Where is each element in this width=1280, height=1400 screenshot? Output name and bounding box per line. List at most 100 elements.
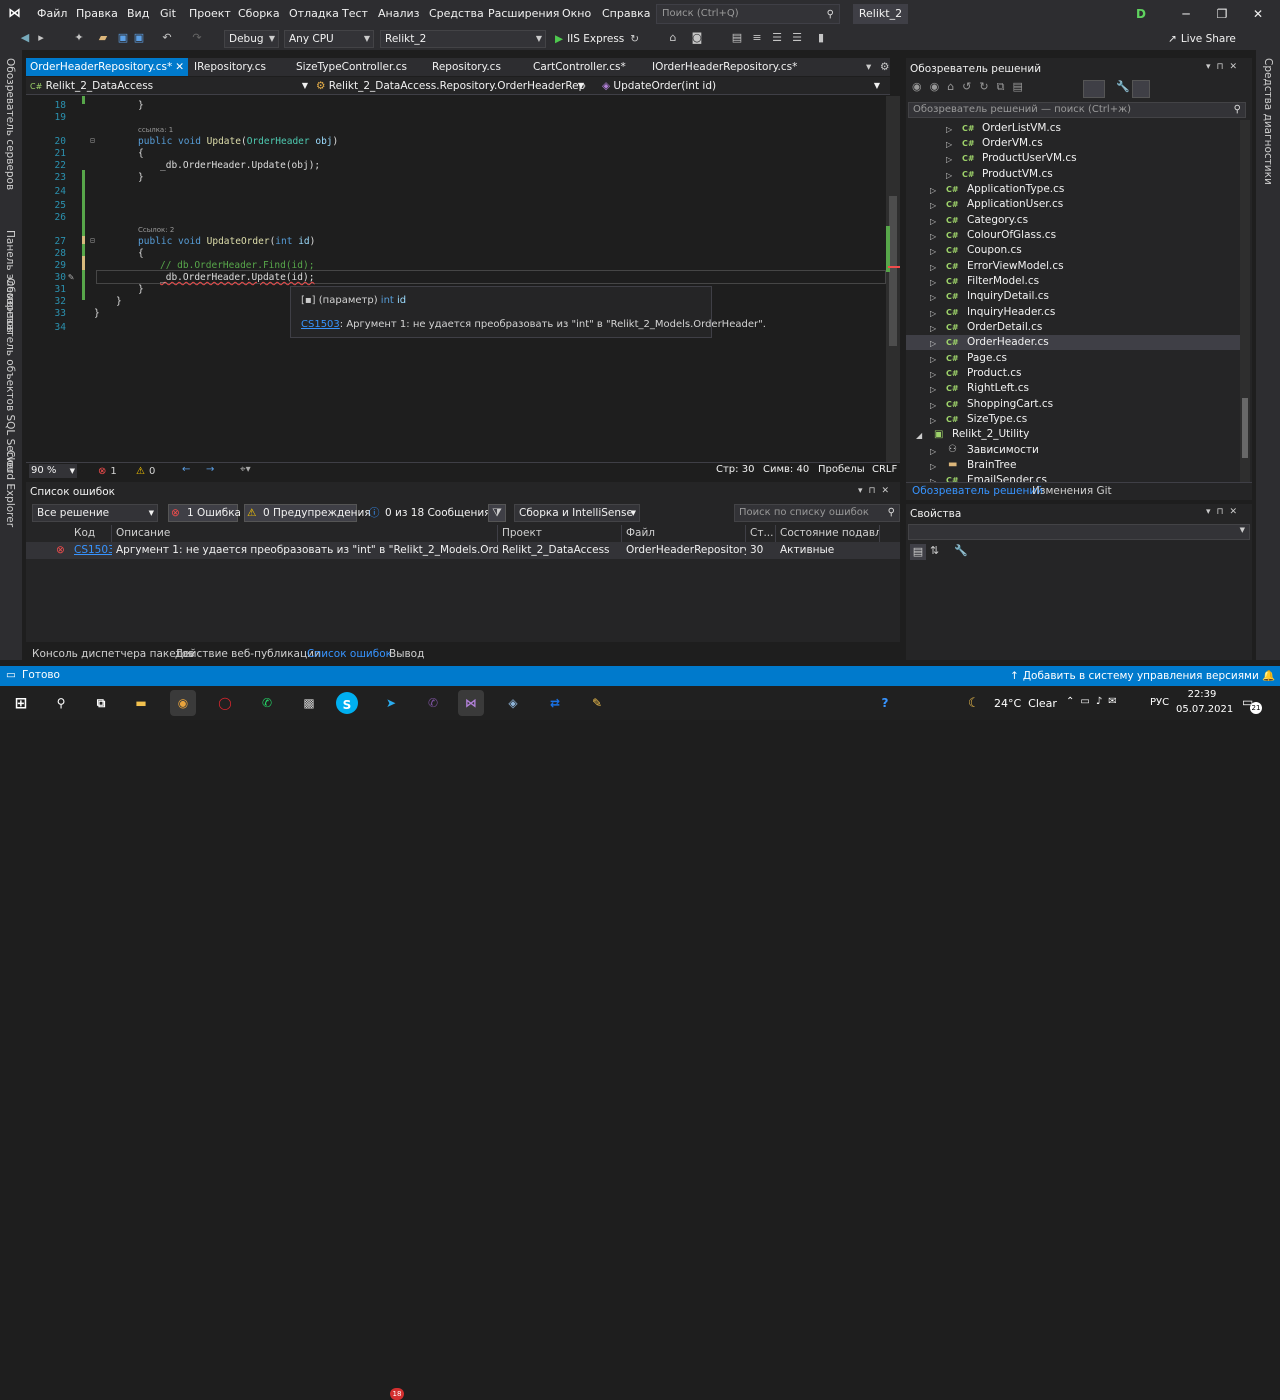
properties-object-combo[interactable]: ▼ [908, 524, 1250, 540]
close-tab-icon[interactable]: ✕ [175, 58, 184, 76]
brush-icon[interactable]: ⌖▾ [240, 464, 251, 475]
tree-item[interactable]: ProductUserVM.cs [982, 151, 1077, 166]
col-file[interactable]: Файл [622, 525, 746, 542]
tree-item[interactable]: InquiryDetail.cs [967, 289, 1049, 304]
collapse-icon[interactable]: ⊟ [90, 236, 95, 245]
menu-test[interactable]: Тест [342, 0, 368, 28]
add-to-source-control[interactable]: ↑ Добавить в систему управления версиями ▲ [1010, 669, 1271, 683]
tree-scrollbar[interactable] [1240, 120, 1250, 482]
app-icon[interactable]: ✎ [584, 690, 610, 716]
tree-item[interactable]: ColourOfGlass.cs [967, 228, 1056, 243]
expand-arrow-icon[interactable]: ▷ [930, 401, 936, 410]
preview-icon[interactable] [1132, 80, 1150, 98]
platform-combo[interactable]: Any CPU ▼ [284, 30, 374, 48]
telegram-icon[interactable]: ➤ [378, 690, 404, 716]
project-combo[interactable]: C# Relikt_2_DataAccess ▼ [30, 78, 310, 94]
diagnostic-tools-tab[interactable]: Средства диагностики [1262, 58, 1274, 185]
undo-icon[interactable]: ↶ [160, 31, 174, 45]
server-explorer-tab[interactable]: Обозреватель серверов [4, 58, 16, 190]
menu-file[interactable]: Файл [37, 0, 67, 28]
back-icon[interactable]: ◀ [18, 31, 32, 45]
viber-icon[interactable]: ✆ [420, 690, 446, 716]
tab-error-list[interactable]: Список ошибок [307, 645, 392, 663]
expand-arrow-icon[interactable]: ▷ [930, 462, 936, 471]
expand-arrow-icon[interactable]: ▷ [930, 447, 936, 456]
tree-item[interactable]: Coupon.cs [967, 243, 1022, 258]
col-description[interactable]: Описание [112, 525, 498, 542]
filter-icon[interactable]: ⧩ [488, 504, 506, 522]
whatsapp-icon[interactable]: ✆ [254, 690, 280, 716]
col-project[interactable]: Проект [498, 525, 622, 542]
app-icon[interactable]: ▩ [296, 690, 322, 716]
alphabetical-icon[interactable]: ⇅ [930, 544, 939, 557]
tree-item[interactable]: RightLeft.cs [967, 381, 1029, 396]
run-button[interactable]: ▶ IIS Express ↻ [555, 31, 639, 47]
find-icon[interactable]: ◙ [690, 31, 704, 45]
expand-arrow-icon[interactable]: ▷ [930, 232, 936, 241]
indent-icon[interactable]: ≡ [750, 31, 764, 45]
clock-time[interactable]: 22:39 [1180, 689, 1224, 700]
categorized-icon[interactable]: ▤ [910, 544, 926, 560]
new-project-icon[interactable]: ✦ [72, 31, 86, 45]
class-combo[interactable]: ⚙ Relikt_2_DataAccess.Repository.OrderHe… [316, 78, 586, 94]
error-search-input[interactable]: Поиск по списку ошибок ⚲ [734, 504, 900, 522]
menu-build[interactable]: Сборка [238, 0, 280, 28]
col-line[interactable]: Ст... [746, 525, 776, 542]
menu-debug[interactable]: Отладка [289, 0, 339, 28]
tree-item[interactable]: ApplicationType.cs [967, 182, 1064, 197]
wrench-icon[interactable]: 🔧 [1116, 80, 1130, 93]
search-input[interactable]: Поиск (Ctrl+Q) ⚲ [656, 4, 840, 24]
scope-combo[interactable]: Все решение ▼ [32, 504, 158, 522]
expand-arrow-icon[interactable]: ▷ [930, 370, 936, 379]
bookmark-icon[interactable]: ▮ [814, 31, 828, 45]
tab-iorderheaderrepository[interactable]: IOrderHeaderRepository.cs* [648, 58, 797, 76]
config-combo[interactable]: Debug ▼ [224, 30, 279, 48]
expand-arrow-icon[interactable]: ▷ [930, 278, 936, 287]
tab-output[interactable]: Вывод [389, 645, 424, 663]
tree-item[interactable]: ShoppingCart.cs [967, 397, 1053, 412]
error-count[interactable]: ⊗ 1 [98, 464, 117, 478]
tab-overflow-icon[interactable]: ▾ [862, 58, 871, 76]
indent-mode[interactable]: Пробелы [818, 464, 865, 475]
comment-icon[interactable]: ☰ [770, 31, 784, 45]
menu-analyze[interactable]: Анализ [378, 0, 420, 28]
tree-item[interactable]: SizeType.cs [967, 412, 1027, 427]
tree-item[interactable]: EmailSender.cs [967, 473, 1047, 482]
tab-git-changes[interactable]: Изменения Git [1032, 485, 1112, 497]
errors-filter-button[interactable]: ⊗ 1 Ошибка [168, 504, 241, 522]
opera-icon[interactable]: ◯ [212, 690, 238, 716]
menu-help[interactable]: Справка [602, 0, 650, 28]
save-all-icon[interactable]: ▣ [132, 31, 146, 45]
code-editor[interactable]: ⊟ ⊟ ✎ 18 } 19 ссылка: 1 20 public void U… [26, 96, 886, 462]
prev-issue-icon[interactable]: ← [182, 464, 190, 475]
startup-combo[interactable]: Relikt_2 ▼ [380, 30, 546, 48]
tab-repository[interactable]: Repository.cs [428, 58, 501, 76]
collapse-arrow-icon[interactable]: ◢ [916, 431, 922, 440]
save-icon[interactable]: ▣ [116, 31, 130, 45]
chrome-icon[interactable]: ◉ [170, 690, 196, 716]
expand-arrow-icon[interactable]: ▷ [930, 385, 936, 394]
tree-item[interactable]: FilterModel.cs [967, 274, 1039, 289]
warnings-filter-button[interactable]: ⚠ 0 Предупреждения [244, 504, 371, 522]
menu-tools[interactable]: Средства [429, 0, 484, 28]
forward-icon[interactable]: ▸ [34, 31, 48, 45]
expand-arrow-icon[interactable]: ▷ [930, 339, 936, 348]
solution-search-input[interactable]: Обозреватель решений — поиск (Ctrl+ж) ⚲ [908, 102, 1246, 118]
app-icon[interactable]: ◈ [500, 690, 526, 716]
maximize-icon[interactable]: ❐ [1204, 0, 1240, 28]
tab-orderheaderrepository[interactable]: OrderHeaderRepository.cs* ✕ [26, 58, 188, 76]
messages-filter-button[interactable]: ⓘ 0 из 18 Сообщения [366, 504, 490, 522]
tree-item-selected[interactable]: OrderHeader.cs [967, 335, 1049, 350]
tree-item[interactable]: ApplicationUser.cs [967, 197, 1063, 212]
tree-item[interactable]: OrderVM.cs [982, 136, 1043, 151]
close-icon[interactable]: ✕ [1240, 0, 1276, 28]
windows-start-icon[interactable]: ⊞ [8, 690, 34, 716]
next-issue-icon[interactable]: → [206, 464, 214, 475]
collapse-icon[interactable]: ⊟ [90, 136, 95, 145]
task-view-icon[interactable]: ⧉ [88, 690, 114, 716]
expand-arrow-icon[interactable]: ▷ [930, 324, 936, 333]
panel-controls-icon[interactable]: ▾⊓✕ [1206, 507, 1243, 517]
tab-sizetypecontroller[interactable]: SizeTypeController.cs [292, 58, 407, 76]
col-code[interactable]: Код [70, 525, 112, 542]
quick-actions-icon[interactable]: ✎ [68, 272, 74, 283]
